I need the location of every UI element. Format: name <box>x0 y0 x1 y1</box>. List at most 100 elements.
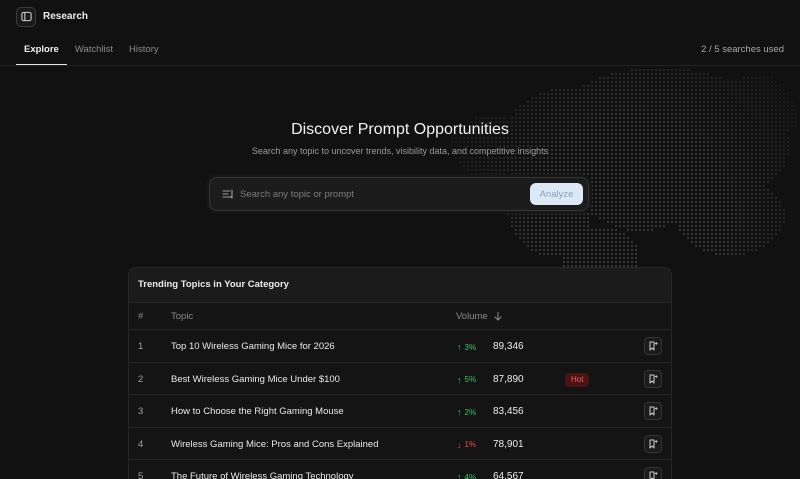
globe-dot <box>719 77 721 79</box>
globe-dot <box>555 229 557 231</box>
globe-dot <box>667 193 669 195</box>
tab-explore[interactable]: Explore <box>16 38 67 66</box>
column-header-volume[interactable]: Volume <box>456 311 502 322</box>
globe-dot <box>731 93 733 95</box>
row-topic[interactable]: Wireless Gaming Mice: Pros and Cons Expl… <box>171 439 379 450</box>
globe-dot <box>527 245 529 247</box>
bookmark-add-button[interactable] <box>644 402 662 420</box>
globe-dot <box>695 237 697 239</box>
globe-dot <box>743 197 745 199</box>
globe-dot <box>547 221 549 223</box>
globe-dot <box>647 225 649 227</box>
globe-dot <box>643 141 645 143</box>
table-row[interactable]: 3 How to Choose the Right Gaming Mouse ↑ 2%… <box>129 395 671 428</box>
globe-dot <box>691 101 693 103</box>
globe-dot <box>551 221 553 223</box>
globe-dot <box>711 117 713 119</box>
globe-dot <box>535 233 537 235</box>
globe-dot <box>699 225 701 227</box>
row-topic[interactable]: Best Wireless Gaming Mice Under $100 <box>171 374 340 385</box>
globe-dot <box>755 109 757 111</box>
globe-dot <box>571 169 573 171</box>
bookmark-add-button[interactable] <box>644 434 662 453</box>
table-row[interactable]: 1 Top 10 Wireless Gaming Mice for 2026 ↑ 3%… <box>129 330 671 363</box>
globe-dot <box>603 77 605 79</box>
globe-dot <box>703 77 705 79</box>
globe-dot <box>711 181 713 183</box>
globe-dot <box>651 73 653 75</box>
globe-dot <box>731 181 733 183</box>
tab-history[interactable]: History <box>121 38 167 66</box>
globe-dot <box>735 217 737 219</box>
globe-dot <box>631 161 633 163</box>
globe-dot <box>619 197 621 199</box>
globe-dot <box>715 161 717 163</box>
globe-dot <box>543 173 545 175</box>
globe-dot <box>631 253 633 255</box>
globe-dot <box>699 101 701 103</box>
table-row[interactable]: 4 Wireless Gaming Mice: Pros and Cons Exp… <box>129 427 671 460</box>
globe-dot <box>751 157 753 159</box>
globe-dot <box>627 109 629 111</box>
globe-dot <box>567 97 569 99</box>
globe-dot <box>715 217 717 219</box>
globe-dot <box>499 141 501 143</box>
globe-dot <box>771 77 773 79</box>
globe-dot <box>619 261 621 263</box>
globe-dot <box>587 221 589 223</box>
row-topic[interactable]: The Future of Wireless Gaming Technology <box>171 471 354 479</box>
row-topic[interactable]: Top 10 Wireless Gaming Mice for 2026 <box>171 341 335 352</box>
globe-dot <box>703 229 705 231</box>
globe-dot <box>475 165 477 167</box>
globe-dot <box>719 169 721 171</box>
globe-dot <box>703 173 705 175</box>
bookmark-add-button[interactable] <box>644 467 662 479</box>
globe-dot <box>671 113 673 115</box>
analyze-button[interactable]: Analyze <box>530 183 583 205</box>
globe-dot <box>675 109 677 111</box>
globe-dot <box>687 169 689 171</box>
row-topic[interactable]: How to Choose the Right Gaming Mouse <box>171 406 344 417</box>
bookmark-add-button[interactable] <box>644 369 662 388</box>
globe-dot <box>595 85 597 87</box>
globe-dot <box>739 233 741 235</box>
globe-dot <box>563 253 565 255</box>
globe-dot <box>779 201 781 203</box>
globe-dot <box>715 109 717 111</box>
bookmark-add-button[interactable] <box>644 337 662 355</box>
globe-dot <box>711 249 713 251</box>
globe-dot <box>647 217 649 219</box>
globe-dot <box>495 173 497 175</box>
globe-dot <box>707 185 709 187</box>
globe-dot <box>619 101 621 103</box>
globe-dot <box>667 93 669 95</box>
panel-icon[interactable] <box>16 6 36 27</box>
table-row[interactable]: 2 Best Wireless Gaming Mice Under $100 ↑ 5%… <box>129 362 671 395</box>
globe-dot <box>719 229 721 231</box>
globe-dot <box>739 161 741 163</box>
globe-dot <box>619 177 621 179</box>
globe-dot <box>771 165 773 167</box>
globe-dot <box>579 97 581 99</box>
globe-dot <box>735 185 737 187</box>
table-row[interactable]: 5 The Future of Wireless Gaming Technolog… <box>129 460 671 479</box>
globe-dot <box>563 241 565 243</box>
globe-dot <box>759 165 761 167</box>
search-input[interactable] <box>240 188 530 200</box>
globe-dot <box>723 245 725 247</box>
globe-dot <box>531 169 533 171</box>
globe-dot <box>763 217 765 219</box>
globe-dot <box>583 101 585 103</box>
globe-dot <box>519 141 521 143</box>
globe-dot <box>735 113 737 115</box>
tab-watchlist[interactable]: Watchlist <box>67 38 121 66</box>
globe-dot <box>627 77 629 79</box>
globe-dot <box>603 169 605 171</box>
globe-dot <box>703 161 705 163</box>
globe-dot <box>647 201 649 203</box>
globe-dot <box>671 97 673 99</box>
globe-dot <box>575 229 577 231</box>
globe-dot <box>763 77 765 79</box>
globe-dot <box>539 225 541 227</box>
globe-dot <box>671 213 673 215</box>
